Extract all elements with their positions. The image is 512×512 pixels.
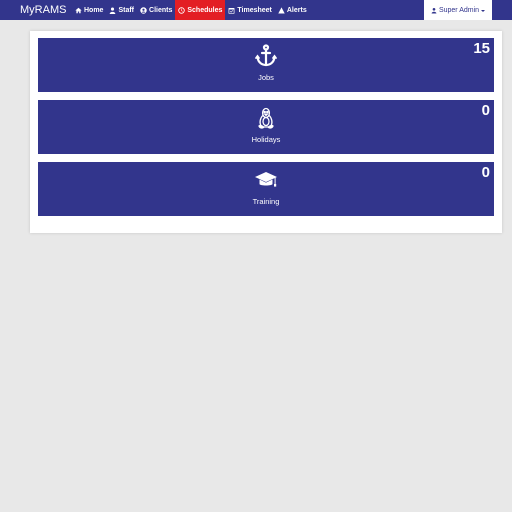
clock-icon: [178, 6, 186, 14]
home-icon: [75, 7, 82, 13]
top-navbar: MyRAMS Home Staff Clients Schedules Time…: [0, 0, 512, 20]
tile-holidays-label: Holidays: [251, 135, 281, 144]
anchor-icon: [255, 44, 277, 67]
nav-timesheet[interactable]: Timesheet: [225, 0, 275, 20]
tile-holidays-count: 0: [481, 102, 490, 119]
tile-holidays[interactable]: 0 Holidays: [38, 100, 494, 154]
graduation-cap-icon: [255, 172, 277, 187]
tile-training-count: 0: [481, 164, 490, 181]
user-menu-dropdown[interactable]: Super Admin: [424, 0, 492, 20]
nav-alerts-label: Alerts: [286, 6, 307, 14]
user-circle-icon: [140, 6, 147, 14]
user-menu-label: Super Admin: [438, 6, 480, 14]
dashboard-panel: 15 Jobs 0 Holidays 0 Training: [30, 31, 502, 233]
linux-tux-icon: [258, 107, 274, 129]
nav-timesheet-label: Timesheet: [237, 6, 272, 14]
tile-jobs-count: 15: [473, 40, 490, 57]
nav-menu: Home Staff Clients Schedules Timesheet A…: [72, 0, 310, 20]
calendar-check-icon: [228, 7, 235, 14]
nav-home[interactable]: Home: [72, 0, 106, 20]
user-icon: [431, 7, 437, 13]
nav-schedules-label: Schedules: [187, 6, 223, 14]
tile-training-label: Training: [252, 197, 280, 206]
tile-training[interactable]: 0 Training: [38, 162, 494, 216]
nav-clients-label: Clients: [149, 6, 173, 14]
nav-clients[interactable]: Clients: [137, 0, 175, 20]
caret-down-icon: [481, 9, 486, 12]
nav-staff[interactable]: Staff: [106, 0, 137, 20]
brand-logo[interactable]: MyRAMS: [0, 0, 72, 20]
warning-icon: [278, 6, 285, 13]
nav-alerts[interactable]: Alerts: [275, 0, 310, 20]
nav-staff-label: Staff: [118, 6, 135, 14]
tile-jobs[interactable]: 15 Jobs: [38, 38, 494, 92]
nav-schedules[interactable]: Schedules: [175, 0, 226, 20]
user-icon: [110, 7, 116, 14]
tile-jobs-label: Jobs: [258, 73, 274, 82]
nav-home-label: Home: [84, 6, 104, 14]
